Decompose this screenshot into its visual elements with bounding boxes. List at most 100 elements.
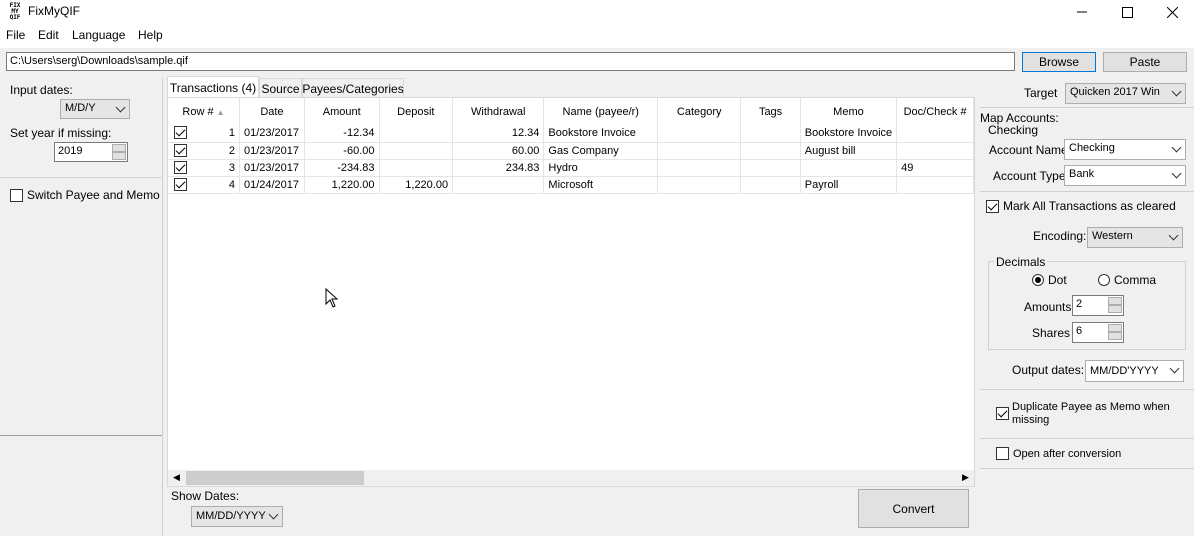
shares-spinner[interactable]: 6 <box>1072 322 1124 343</box>
cell-name[interactable]: Gas Company <box>543 142 659 160</box>
row-checkbox-icon[interactable] <box>174 126 187 139</box>
menu-language[interactable]: Language <box>72 28 125 42</box>
checkbox-checked-icon[interactable] <box>986 199 999 213</box>
year-spinner[interactable]: 2019 <box>54 142 128 162</box>
mark-cleared-checkbox[interactable]: Mark All Transactions as cleared <box>986 199 1176 213</box>
duplicate-payee-checkbox[interactable] <box>996 406 1009 422</box>
cell-withdrawal[interactable]: 12.34 <box>452 125 545 143</box>
maximize-button[interactable] <box>1104 0 1150 24</box>
comma-radio[interactable]: Comma <box>1098 273 1156 287</box>
paste-button[interactable]: Paste <box>1103 52 1187 72</box>
cell-memo[interactable] <box>800 159 898 177</box>
cell-amount[interactable]: -60.00 <box>304 142 380 160</box>
cell-tags[interactable] <box>740 159 801 177</box>
cell-date[interactable]: 01/23/2017 <box>239 125 305 143</box>
account-name-select[interactable]: Checking <box>1064 139 1186 160</box>
output-dates-select[interactable]: MM/DD'YYYY <box>1085 360 1184 382</box>
cell-deposit[interactable] <box>379 142 454 160</box>
minimize-button[interactable] <box>1059 0 1105 24</box>
amounts-spinner[interactable]: 2 <box>1072 295 1124 316</box>
scroll-right-icon[interactable]: ▶ <box>962 472 969 483</box>
col-deposit[interactable]: Deposit <box>379 98 454 125</box>
switch-payee-memo-checkbox[interactable]: Switch Payee and Memo <box>10 188 160 202</box>
target-select[interactable]: Quicken 2017 Win <box>1065 83 1186 104</box>
file-path-input[interactable]: C:\Users\serg\Downloads\sample.qif <box>6 52 1015 71</box>
spin-down-icon[interactable] <box>1108 305 1122 313</box>
input-dates-select[interactable]: M/D/Y <box>60 99 130 119</box>
cell-name[interactable]: Microsoft <box>543 176 659 194</box>
cell-category[interactable] <box>657 142 742 160</box>
cell-date[interactable]: 01/23/2017 <box>239 142 305 160</box>
cell-deposit[interactable] <box>379 125 454 143</box>
convert-button[interactable]: Convert <box>858 489 969 528</box>
cell-row[interactable]: 1 <box>168 125 240 143</box>
cell-deposit[interactable]: 1,220.00 <box>379 176 454 194</box>
open-after-checkbox[interactable]: Open after conversion <box>996 447 1121 460</box>
menu-edit[interactable]: Edit <box>38 28 59 42</box>
spin-up-icon[interactable] <box>1108 297 1122 305</box>
col-date[interactable]: Date <box>239 98 305 125</box>
spin-up-icon[interactable] <box>1108 324 1122 332</box>
table-row[interactable]: 4 01/24/2017 1,220.00 1,220.00 Microsoft Payr… <box>168 176 974 194</box>
cell-amount[interactable]: -12.34 <box>304 125 380 143</box>
radio-selected-icon[interactable] <box>1032 274 1044 286</box>
menu-file[interactable]: File <box>6 28 25 42</box>
cell-memo[interactable]: Payroll <box>800 176 898 194</box>
show-dates-select[interactable]: MM/DD/YYYY <box>191 506 283 527</box>
cell-doc[interactable] <box>896 125 974 143</box>
dot-radio[interactable]: Dot <box>1032 273 1067 287</box>
tab-source[interactable]: Source <box>259 78 302 98</box>
checkbox-checked-icon[interactable] <box>996 407 1009 420</box>
col-doc[interactable]: Doc/Check # <box>896 98 974 125</box>
cell-row[interactable]: 2 <box>168 142 240 160</box>
cell-category[interactable] <box>657 125 742 143</box>
col-amount[interactable]: Amount <box>304 98 380 125</box>
col-tags[interactable]: Tags <box>740 98 801 125</box>
cell-doc[interactable] <box>896 176 974 194</box>
row-checkbox-icon[interactable] <box>174 143 187 157</box>
cell-row[interactable]: 3 <box>168 159 240 177</box>
col-category[interactable]: Category <box>657 98 742 125</box>
cell-withdrawal[interactable]: 60.00 <box>452 142 545 160</box>
spin-down-icon[interactable] <box>1108 332 1122 340</box>
col-withdrawal[interactable]: Withdrawal <box>452 98 545 125</box>
tab-payees-categories[interactable]: Payees/Categories <box>302 78 404 98</box>
cell-memo[interactable]: Bookstore Invoice <box>800 125 898 143</box>
checkbox-icon[interactable] <box>996 447 1009 460</box>
cell-doc[interactable]: 49 <box>896 159 974 177</box>
account-type-select[interactable]: Bank <box>1064 165 1186 186</box>
cell-row[interactable]: 4 <box>168 176 240 194</box>
cell-amount[interactable]: -234.83 <box>304 159 380 177</box>
spin-down-icon[interactable] <box>112 152 126 160</box>
row-checkbox-icon[interactable] <box>174 160 187 174</box>
menu-help[interactable]: Help <box>138 28 163 42</box>
cell-tags[interactable] <box>740 142 801 160</box>
col-row[interactable]: Row # ▲ <box>168 98 240 125</box>
spin-up-icon[interactable] <box>112 144 126 152</box>
table-row[interactable]: 3 01/23/2017 -234.83 234.83 Hydro 49 <box>168 159 974 177</box>
tab-transactions[interactable]: Transactions (4) <box>167 76 259 98</box>
cell-deposit[interactable] <box>379 159 454 177</box>
col-memo[interactable]: Memo <box>800 98 898 125</box>
cell-name[interactable]: Bookstore Invoice <box>543 125 659 143</box>
browse-button[interactable]: Browse <box>1022 52 1096 72</box>
close-button[interactable] <box>1149 0 1194 24</box>
cell-tags[interactable] <box>740 176 801 194</box>
col-name[interactable]: Name (payee/r) <box>543 98 659 125</box>
cell-name[interactable]: Hydro <box>543 159 659 177</box>
cell-memo[interactable]: August bill <box>800 142 898 160</box>
cell-date[interactable]: 01/24/2017 <box>239 176 305 194</box>
cell-withdrawal[interactable] <box>452 176 545 194</box>
encoding-select[interactable]: Western <box>1087 227 1183 248</box>
table-row[interactable]: 2 01/23/2017 -60.00 60.00 Gas Company August … <box>168 142 974 160</box>
cell-category[interactable] <box>657 176 742 194</box>
cell-withdrawal[interactable]: 234.83 <box>452 159 545 177</box>
table-row[interactable]: 1 01/23/2017 -12.34 12.34 Bookstore Invoice B… <box>168 125 974 143</box>
cell-category[interactable] <box>657 159 742 177</box>
scroll-left-icon[interactable]: ◀ <box>173 472 180 483</box>
scrollbar-thumb[interactable] <box>186 471 364 485</box>
cell-date[interactable]: 01/23/2017 <box>239 159 305 177</box>
cell-doc[interactable] <box>896 142 974 160</box>
radio-icon[interactable] <box>1098 274 1110 286</box>
transactions-grid[interactable]: Row # ▲ Date Amount Deposit Withdrawal N… <box>167 97 975 487</box>
